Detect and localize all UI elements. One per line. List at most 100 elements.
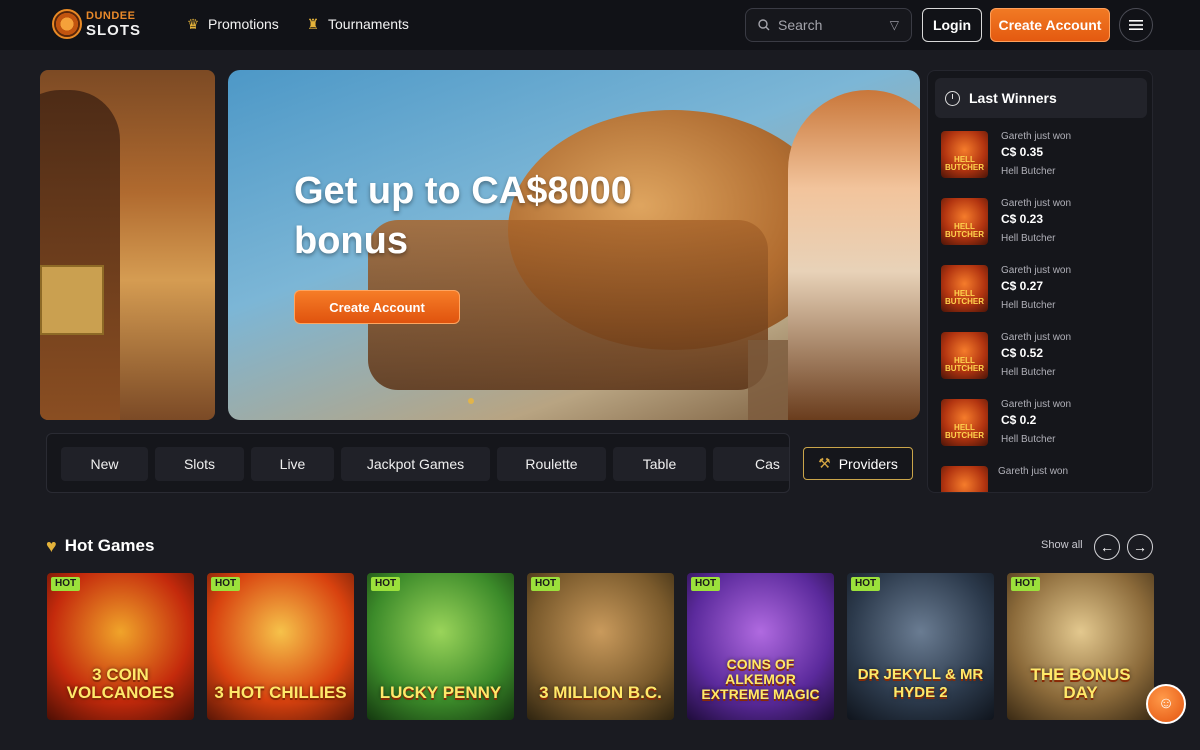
heart-icon: ♥ [46, 535, 57, 556]
winner-amount: C$ 0.27 [1001, 279, 1044, 293]
filter-icon[interactable]: ▽ [890, 18, 899, 32]
game-card-the-bonus-day[interactable]: HOT THE BONUS DAY [1007, 573, 1154, 720]
winner-item[interactable]: HELL BUTCHER Gareth just won C$ 0.35 Hel… [941, 131, 1141, 181]
winner-amount: C$ 0.2 [1001, 413, 1037, 427]
logo-text-bottom: SLOTS [86, 22, 142, 39]
hot-badge: HOT [531, 577, 561, 591]
carousel-dot[interactable] [468, 398, 474, 404]
hell-butcher-thumbnail: HELL BUTCHER [941, 265, 988, 312]
hot-badge: HOT [51, 577, 81, 591]
logo-emblem-icon [52, 9, 82, 39]
thumbnail-label: HELL BUTCHER [944, 423, 985, 440]
game-title: COINS OF ALKEMOR EXTREME MAGIC [701, 656, 820, 702]
cup-icon: ♜ [306, 15, 320, 32]
create-account-button[interactable]: Create Account [990, 8, 1110, 42]
chat-icon: ☺ [1157, 695, 1175, 712]
thumbnail-label: HELL BUTCHER [944, 222, 985, 239]
gift-box-image [40, 265, 104, 335]
winner-game: Hell Butcher [1001, 233, 1056, 244]
winner-amount: C$ 0.35 [1001, 145, 1044, 159]
category-casino[interactable]: Cas [713, 447, 789, 481]
search-input[interactable] [778, 17, 878, 33]
category-slots[interactable]: Slots [155, 447, 244, 481]
game-title: 3 COIN VOLCANOES [66, 665, 175, 702]
dundee-slots-logo[interactable]: DUNDEE SLOTS [52, 8, 142, 42]
game-card-lucky-penny[interactable]: HOT LUCKY PENNY [367, 573, 514, 720]
category-jackpot-games[interactable]: Jackpot Games [341, 447, 490, 481]
hot-badge: HOT [1011, 577, 1041, 591]
hot-badge: HOT [371, 577, 401, 591]
game-card-dr-jekyll-mr-hyde-2[interactable]: HOT DR JEKYLL & MR HYDE 2 [847, 573, 994, 720]
hell-butcher-thumbnail [941, 466, 988, 492]
game-card-coins-of-alkemor[interactable]: HOT COINS OF ALKEMOR EXTREME MAGIC [687, 573, 834, 720]
category-bar: New Slots Live Jackpot Games Roulette Ta… [46, 433, 790, 493]
nav-tournaments[interactable]: ♜ Tournaments [306, 12, 409, 36]
category-new[interactable]: New [61, 447, 148, 481]
hell-butcher-thumbnail: HELL BUTCHER [941, 399, 988, 446]
chat-button[interactable]: ☺ [1146, 684, 1186, 724]
winner-item[interactable]: Gareth just won [941, 466, 1141, 492]
winner-item[interactable]: HELL BUTCHER Gareth just won C$ 0.52 Hel… [941, 332, 1141, 382]
hot-badge: HOT [211, 577, 241, 591]
category-roulette[interactable]: Roulette [497, 447, 606, 481]
winner-name: Gareth just won [1001, 399, 1072, 410]
hell-butcher-thumbnail: HELL BUTCHER [941, 131, 988, 178]
winner-game: Hell Butcher [1001, 367, 1056, 378]
thumbnail-label: HELL BUTCHER [944, 356, 985, 373]
next-arrow-button[interactable]: → [1127, 534, 1153, 560]
prev-arrow-button[interactable]: ← [1094, 534, 1120, 560]
winner-game: Hell Butcher [1001, 300, 1056, 311]
category-live[interactable]: Live [251, 447, 334, 481]
last-winners-header: Last Winners [935, 78, 1147, 118]
game-title: THE BONUS DAY [1030, 665, 1131, 702]
top-bar: DUNDEE SLOTS ♛ Promotions ♜ Tournaments … [0, 0, 1200, 50]
hero-banner[interactable]: Get up to CA$8000 bonus Create Account [228, 70, 920, 420]
providers-icon: ⚒ [818, 455, 831, 471]
winner-name: Gareth just won [1001, 265, 1072, 276]
winner-name: Gareth just won [1001, 131, 1072, 142]
winner-amount: C$ 0.23 [1001, 212, 1044, 226]
clock-icon [945, 90, 960, 106]
hot-badge: HOT [851, 577, 881, 591]
nav-promotions-label: Promotions [208, 16, 279, 32]
winner-name: Gareth just won [998, 466, 1069, 477]
hero-create-account-button[interactable]: Create Account [294, 290, 460, 324]
thumbnail-label: HELL BUTCHER [944, 155, 985, 172]
providers-label: Providers [838, 455, 898, 472]
winner-amount: C$ 0.52 [1001, 346, 1044, 360]
winner-game: Hell Butcher [1001, 434, 1056, 445]
winner-game: Hell Butcher [1001, 166, 1056, 177]
hell-butcher-thumbnail: HELL BUTCHER [941, 332, 988, 379]
search-box: ▽ [745, 8, 912, 42]
hot-games-heading: ♥ Hot Games [46, 534, 154, 558]
game-card-3-hot-chillies[interactable]: HOT 3 HOT CHILLIES [207, 573, 354, 720]
category-table[interactable]: Table [613, 447, 706, 481]
hot-games-title: Hot Games [64, 536, 155, 555]
game-card-3-coin-volcanoes[interactable]: HOT 3 COIN VOLCANOES [47, 573, 194, 720]
game-title: DR JEKYLL & MR HYDE 2 [857, 666, 984, 701]
game-card-3-million-bc[interactable]: HOT 3 MILLION B.C. [527, 573, 674, 720]
winner-name: Gareth just won [1001, 332, 1072, 343]
providers-button[interactable]: ⚒ Providers [803, 447, 913, 480]
logo-text-top: DUNDEE [86, 10, 136, 22]
cowgirl-image [788, 90, 920, 420]
last-winners-panel: Last Winners HELL BUTCHER Gareth just wo… [927, 70, 1153, 493]
nav-promotions[interactable]: ♛ Promotions [186, 12, 279, 36]
winner-item[interactable]: HELL BUTCHER Gareth just won C$ 0.27 Hel… [941, 265, 1141, 315]
winner-item[interactable]: HELL BUTCHER Gareth just won C$ 0.2 Hell… [941, 399, 1141, 449]
thumbnail-label: HELL BUTCHER [944, 289, 985, 306]
hell-butcher-thumbnail: HELL BUTCHER [941, 198, 988, 245]
menu-button[interactable] [1119, 8, 1153, 42]
search-icon [758, 19, 770, 31]
login-button[interactable]: Login [922, 8, 982, 42]
winner-item[interactable]: HELL BUTCHER Gareth just won C$ 0.23 Hel… [941, 198, 1141, 248]
hero-prev-slide[interactable] [40, 70, 215, 420]
nav-tournaments-label: Tournaments [328, 16, 409, 32]
hamburger-icon [1129, 20, 1143, 30]
last-winners-title: Last Winners [969, 90, 1057, 106]
game-title: 3 MILLION B.C. [539, 683, 662, 702]
hot-badge: HOT [691, 577, 721, 591]
hero-title: Get up to CA$8000 bonus [294, 170, 632, 262]
show-all-link[interactable]: Show all [1041, 539, 1083, 551]
game-title: LUCKY PENNY [379, 683, 502, 702]
